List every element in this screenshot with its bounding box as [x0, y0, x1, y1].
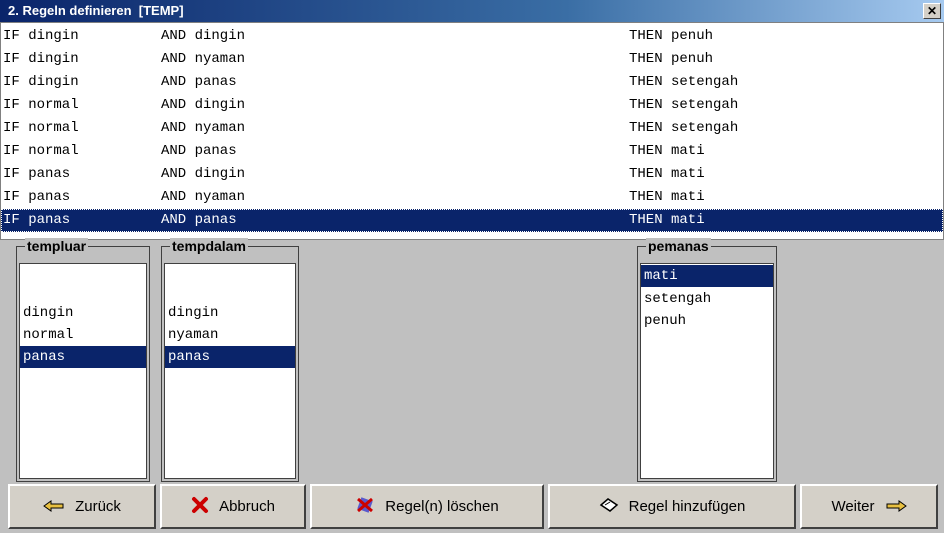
rule-then: THEN penuh: [629, 51, 714, 67]
rule-then: THEN setengah: [629, 74, 739, 90]
group-tempdalam: tempdalam dingin nyaman panas: [161, 238, 299, 482]
rule-then: THEN penuh: [629, 28, 714, 44]
list-item-selected[interactable]: mati: [641, 265, 773, 287]
rule-and: AND nyaman: [161, 120, 246, 136]
rule-if: IF panas: [3, 212, 71, 228]
rule-and: AND panas: [161, 74, 237, 90]
rule-if: IF normal: [3, 97, 79, 113]
delete-rule-icon: [355, 496, 375, 517]
rule-row[interactable]: IF panas AND dingin THEN mati: [1, 163, 943, 186]
rule-and: AND dingin: [161, 166, 246, 182]
rule-and: AND panas: [161, 212, 237, 228]
rule-if: IF normal: [3, 143, 79, 159]
list-item-selected[interactable]: panas: [20, 346, 146, 368]
close-button[interactable]: ✕: [923, 3, 941, 19]
rule-row[interactable]: IF panas AND nyaman THEN mati: [1, 186, 943, 209]
rule-row[interactable]: IF dingin AND panas THEN setengah: [1, 71, 943, 94]
add-rule-button[interactable]: Regel hinzufügen: [548, 484, 796, 529]
back-hand-icon: [43, 498, 65, 516]
delete-rule-button[interactable]: Regel(n) löschen: [310, 484, 544, 529]
rules-list[interactable]: IF dingin AND dingin THEN penuh IF dingi…: [0, 22, 944, 240]
delete-rule-button-label: Regel(n) löschen: [385, 498, 499, 515]
rule-if: IF dingin: [3, 74, 79, 90]
rule-row-selected[interactable]: IF panas AND panas THEN mati: [1, 209, 943, 232]
list-item[interactable]: normal: [20, 324, 146, 346]
list-item-selected[interactable]: panas: [165, 346, 295, 368]
next-hand-icon: [885, 498, 907, 516]
back-button-label: Zurück: [75, 498, 121, 515]
list-item[interactable]: [20, 268, 146, 290]
rule-then: THEN setengah: [629, 120, 739, 136]
group-label-templuar: templuar: [25, 238, 89, 254]
rule-and: AND dingin: [161, 97, 246, 113]
list-item[interactable]: setengah: [641, 288, 773, 310]
rule-if: IF panas: [3, 189, 71, 205]
rule-then: THEN mati: [629, 143, 705, 159]
rule-then: THEN mati: [629, 189, 705, 205]
rule-row[interactable]: IF normal AND panas THEN mati: [1, 140, 943, 163]
rule-row[interactable]: IF normal AND dingin THEN setengah: [1, 94, 943, 117]
list-item[interactable]: penuh: [641, 310, 773, 332]
group-pemanas: pemanas mati setengah penuh: [637, 238, 777, 482]
rule-then: THEN mati: [629, 212, 705, 228]
rule-row[interactable]: IF normal AND nyaman THEN setengah: [1, 117, 943, 140]
listbox-tempdalam[interactable]: dingin nyaman panas: [164, 263, 296, 479]
group-label-pemanas: pemanas: [646, 238, 711, 254]
group-templuar: templuar dingin normal panas: [16, 238, 150, 482]
rule-and: AND dingin: [161, 28, 246, 44]
rule-if: IF panas: [3, 166, 71, 182]
rule-and: AND nyaman: [161, 51, 246, 67]
next-button[interactable]: Weiter: [800, 484, 938, 529]
rule-if: IF dingin: [3, 51, 79, 67]
list-item[interactable]: dingin: [20, 302, 146, 324]
rule-and: AND panas: [161, 143, 237, 159]
rule-row[interactable]: IF dingin AND dingin THEN penuh: [1, 25, 943, 48]
add-rule-button-label: Regel hinzufügen: [628, 498, 746, 515]
cancel-button[interactable]: Abbruch: [160, 484, 306, 529]
rule-and: AND nyaman: [161, 189, 246, 205]
rule-if: IF dingin: [3, 28, 79, 44]
listbox-pemanas[interactable]: mati setengah penuh: [640, 263, 774, 479]
rule-row[interactable]: IF dingin AND nyaman THEN penuh: [1, 48, 943, 71]
button-bar: Zurück Abbruch Regel(n) löschen Regel hi…: [0, 484, 944, 533]
rule-then: THEN mati: [629, 166, 705, 182]
listbox-templuar[interactable]: dingin normal panas: [19, 263, 147, 479]
add-rule-icon: [599, 497, 619, 516]
rule-if: IF normal: [3, 120, 79, 136]
back-button[interactable]: Zurück: [8, 484, 156, 529]
group-label-tempdalam: tempdalam: [170, 238, 248, 254]
list-item[interactable]: dingin: [165, 302, 295, 324]
list-item[interactable]: [165, 268, 295, 290]
red-x-icon: [191, 496, 209, 517]
list-item[interactable]: nyaman: [165, 324, 295, 346]
close-icon: ✕: [926, 4, 938, 18]
window-title: 2. Regeln definieren [TEMP]: [8, 3, 184, 18]
rule-then: THEN setengah: [629, 97, 739, 113]
cancel-button-label: Abbruch: [219, 498, 275, 515]
next-button-label: Weiter: [831, 498, 875, 515]
title-bar[interactable]: 2. Regeln definieren [TEMP] ✕: [0, 0, 944, 22]
